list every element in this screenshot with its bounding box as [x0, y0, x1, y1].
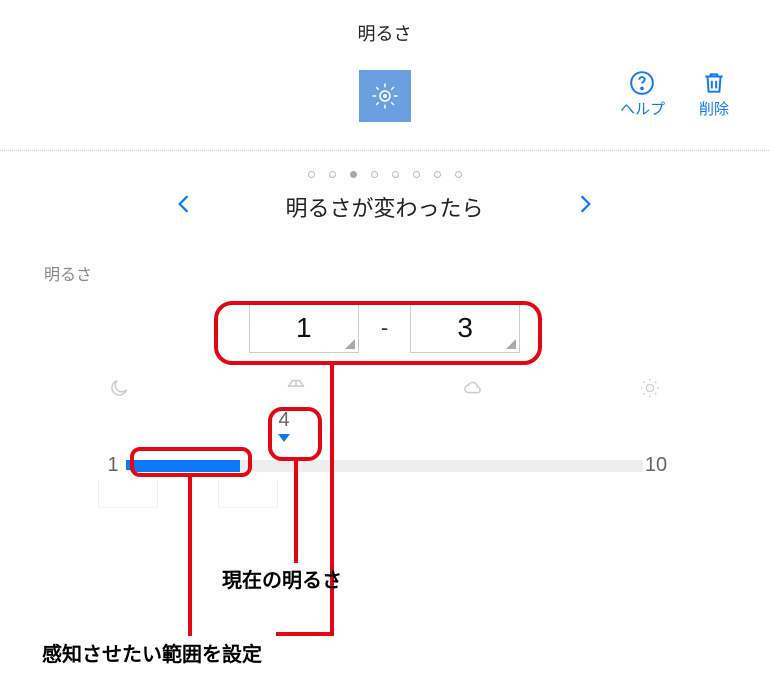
pager-dot[interactable] [392, 171, 399, 178]
pager-dot[interactable] [308, 171, 315, 178]
annotation-range: 感知させたい範囲を設定 [42, 638, 262, 667]
scale-max: 10 [643, 454, 669, 477]
trigger-row: 明るさが変わったら [0, 188, 769, 225]
cloud-icon [462, 377, 484, 404]
connector-line [188, 632, 192, 636]
scale-icons [100, 377, 669, 404]
sun-icon [639, 377, 661, 404]
highlight-current-box [268, 407, 322, 461]
chevron-left-icon[interactable] [170, 188, 196, 225]
highlight-range-box [214, 301, 542, 365]
pager-dot[interactable] [350, 171, 357, 178]
pager-dots [0, 171, 769, 178]
highlight-bar-box [130, 447, 252, 477]
header: 明るさ ヘルプ [0, 0, 769, 132]
connector-line [294, 461, 298, 563]
pager-dot[interactable] [371, 171, 378, 178]
lamp-icon [285, 377, 307, 404]
header-actions: ヘルプ 削除 [620, 70, 729, 119]
brightness-icon[interactable] [359, 70, 411, 122]
connector-line [188, 477, 192, 632]
annotation-current: 現在の明るさ [222, 564, 342, 593]
section-label: 明るさ [0, 225, 769, 285]
help-label: ヘルプ [620, 98, 665, 119]
page-title: 明るさ [0, 20, 769, 46]
header-row: ヘルプ 削除 [0, 70, 769, 122]
pager-dot[interactable] [413, 171, 420, 178]
pager-dot[interactable] [455, 171, 462, 178]
delete-button[interactable]: 削除 [699, 70, 729, 119]
pager-dot[interactable] [329, 171, 336, 178]
moon-icon [108, 377, 130, 404]
divider [0, 150, 769, 151]
delete-label: 削除 [699, 98, 729, 119]
connector-line [276, 632, 334, 636]
chevron-right-icon[interactable] [573, 188, 599, 225]
pager-dot[interactable] [434, 171, 441, 178]
trigger-label: 明るさが変わったら [285, 191, 483, 223]
connector-line [330, 365, 334, 560]
help-button[interactable]: ヘルプ [620, 70, 665, 119]
